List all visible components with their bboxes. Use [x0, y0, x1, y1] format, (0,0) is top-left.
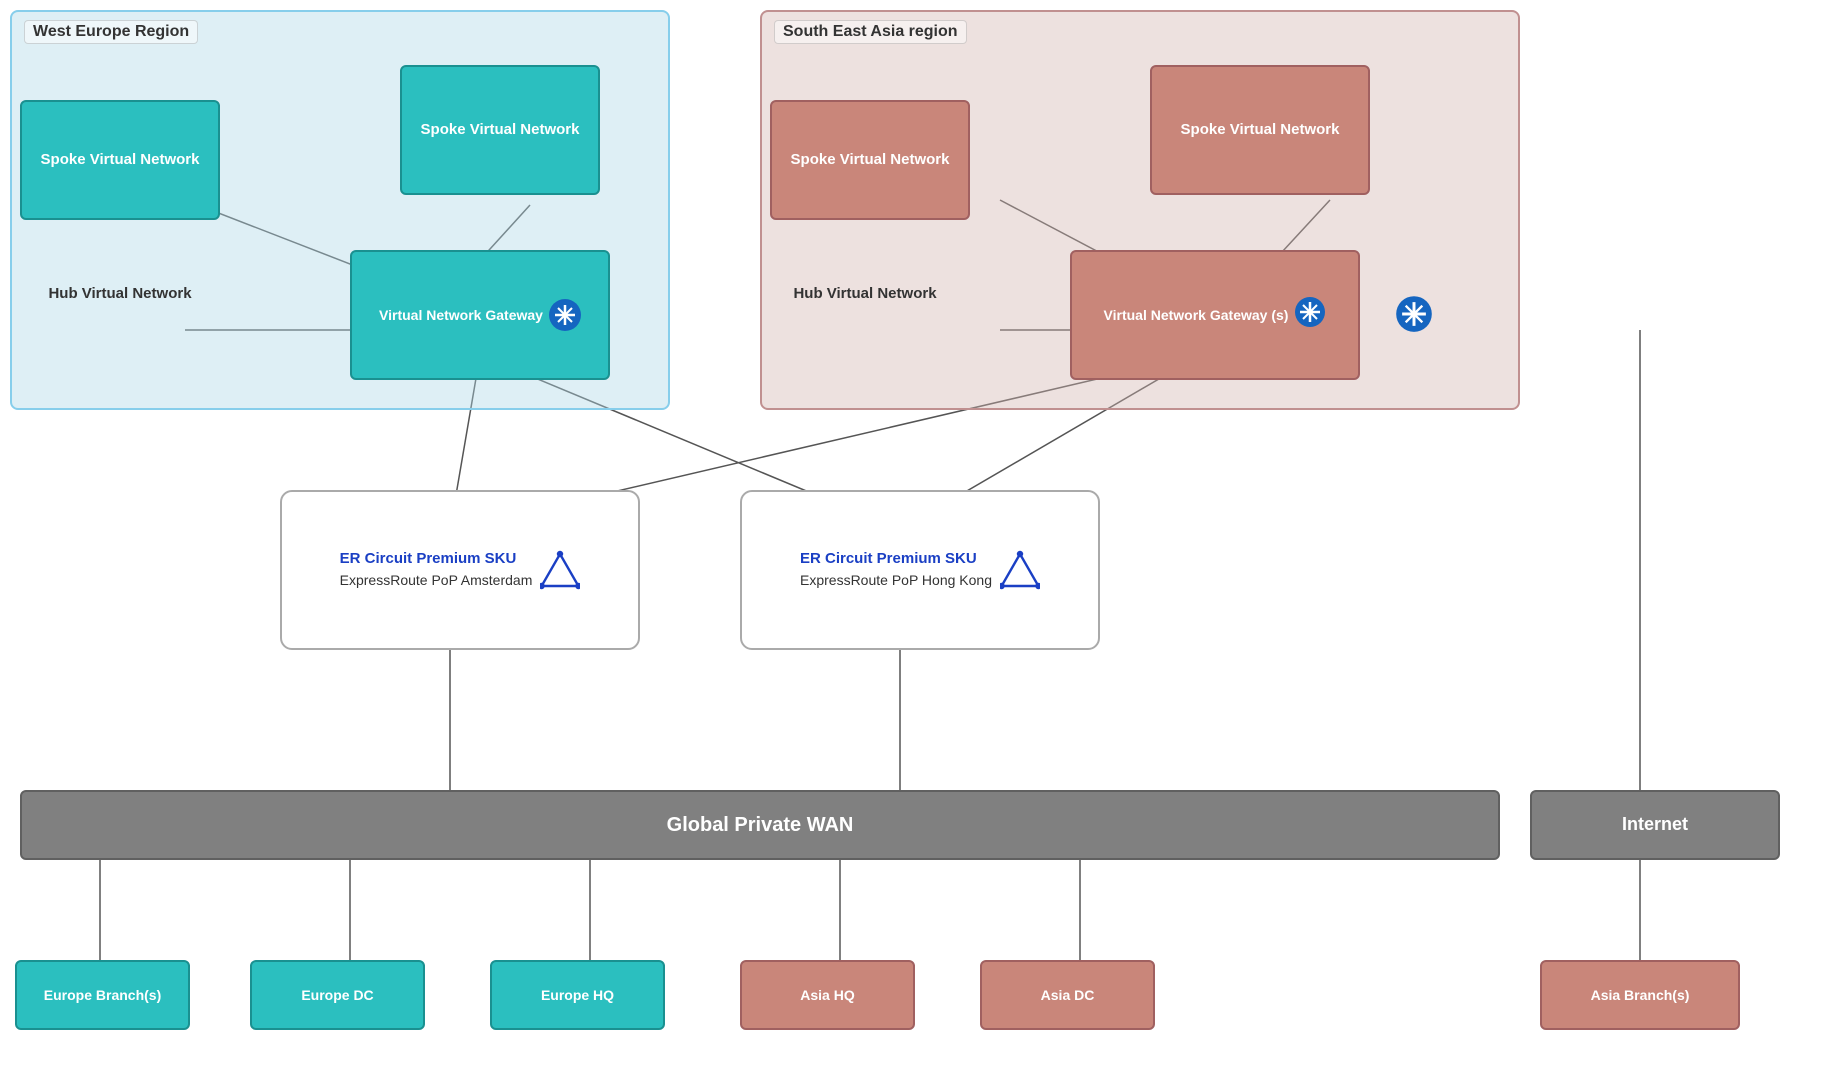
- west-region-label: West Europe Region: [24, 20, 198, 44]
- global-wan: Global Private WAN: [20, 790, 1500, 860]
- spoke-west-right: Spoke Virtual Network: [400, 65, 600, 195]
- er-amsterdam: ER Circuit Premium SKU ExpressRoute PoP …: [280, 490, 640, 650]
- er-triangle-amsterdam: [540, 550, 580, 590]
- europe-dc: Europe DC: [250, 960, 425, 1030]
- hub-sea-label: Hub Virtual Network: [775, 285, 955, 302]
- gateway-icon-sea: [1294, 296, 1326, 334]
- internet-box: Internet: [1530, 790, 1780, 860]
- gateway-icon-sea-extra: [1395, 295, 1433, 338]
- asia-branch: Asia Branch(s): [1540, 960, 1740, 1030]
- vng-sea: Virtual Network Gateway (s): [1070, 250, 1360, 380]
- spoke-sea-left: Spoke Virtual Network: [770, 100, 970, 220]
- europe-hq: Europe HQ: [490, 960, 665, 1030]
- diagram-container: West Europe Region South East Asia regio…: [0, 0, 1827, 1086]
- vng-west: Virtual Network Gateway: [350, 250, 610, 380]
- gateway-icon-west: [549, 299, 581, 331]
- europe-branch: Europe Branch(s): [15, 960, 190, 1030]
- spoke-sea-right: Spoke Virtual Network: [1150, 65, 1370, 195]
- er-hongkong: ER Circuit Premium SKU ExpressRoute PoP …: [740, 490, 1100, 650]
- asia-dc: Asia DC: [980, 960, 1155, 1030]
- asia-hq: Asia HQ: [740, 960, 915, 1030]
- er-triangle-hongkong: [1000, 550, 1040, 590]
- spoke-west-left: Spoke Virtual Network: [20, 100, 220, 220]
- hub-west-label: Hub Virtual Network: [30, 285, 210, 302]
- sea-region-label: South East Asia region: [774, 20, 967, 44]
